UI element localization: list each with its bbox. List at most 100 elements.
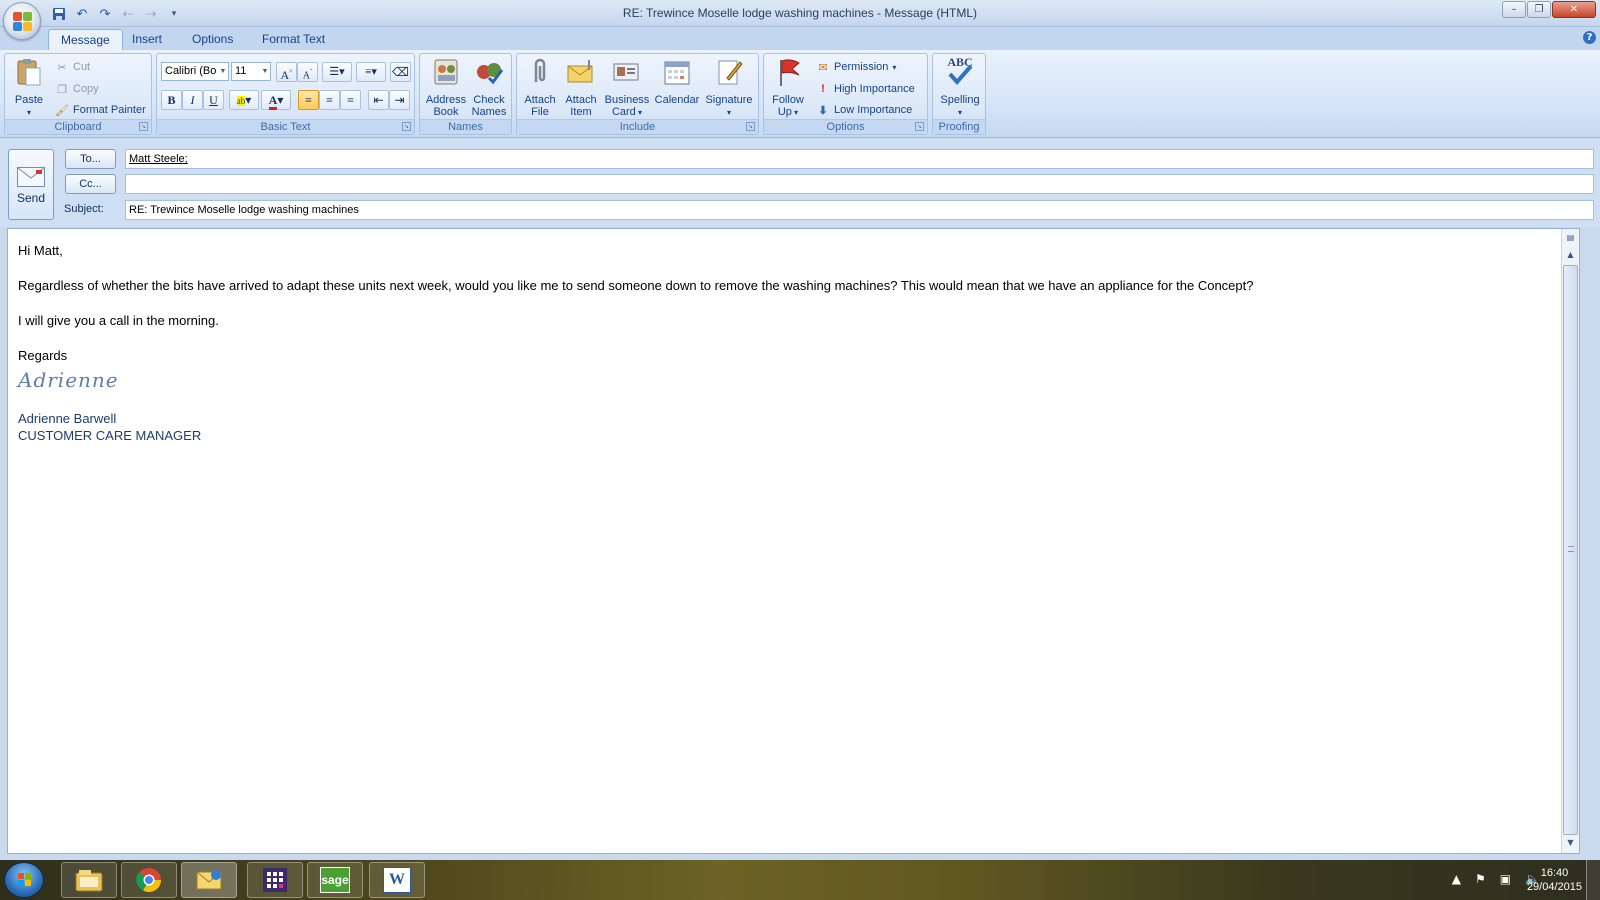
- action-center-flag-icon[interactable]: ⚑: [1475, 872, 1486, 886]
- clock[interactable]: 16:40 29/04/2015: [1527, 866, 1582, 894]
- send-envelope-icon: [17, 167, 45, 187]
- low-importance-label: Low Importance: [834, 104, 913, 116]
- tab-insert[interactable]: Insert: [120, 29, 174, 50]
- check-names-label-2: Names: [471, 106, 507, 118]
- minimize-button[interactable]: –: [1502, 1, 1526, 18]
- permission-icon: ✉: [818, 61, 828, 74]
- attach-item-button[interactable]: Attach Item: [561, 56, 601, 118]
- calculator-app-icon: [263, 868, 287, 892]
- underline-button[interactable]: U: [203, 90, 224, 110]
- close-button[interactable]: ✕: [1552, 1, 1596, 18]
- scroll-up-icon[interactable]: ▲: [1563, 247, 1578, 262]
- font-name-value: Calibri (Bo: [165, 65, 217, 77]
- message-text[interactable]: Hi Matt, Regardless of whether the bits …: [18, 243, 1253, 444]
- calendar-button[interactable]: Calendar: [653, 56, 701, 106]
- align-left-button[interactable]: ≡: [298, 90, 319, 110]
- taskbar-calculator[interactable]: [247, 862, 303, 898]
- ruler-toggle-icon[interactable]: ▤: [1563, 230, 1578, 245]
- clock-date: 29/04/2015: [1526, 881, 1582, 893]
- taskbar-chrome[interactable]: [121, 862, 177, 898]
- cc-field[interactable]: [125, 174, 1594, 194]
- subject-field[interactable]: RE: Trewince Moselle lodge washing machi…: [125, 200, 1594, 220]
- greeting: Hi Matt,: [18, 243, 63, 258]
- chevron-down-icon: ▼: [219, 68, 227, 75]
- start-button[interactable]: [4, 862, 44, 898]
- tab-format-text[interactable]: Format Text: [250, 29, 337, 50]
- font-color-icon: A: [268, 93, 278, 110]
- chevron-down-icon: ▼: [261, 68, 269, 75]
- tray-expand-icon[interactable]: ▲: [1452, 872, 1461, 886]
- taskbar-explorer[interactable]: [61, 862, 117, 898]
- flag-icon: [780, 59, 800, 86]
- copy-button[interactable]: ❐ Copy: [55, 80, 99, 98]
- taskbar-word[interactable]: W: [369, 862, 425, 898]
- recipient-name[interactable]: Matt Steele;: [129, 153, 188, 165]
- title-bar: ↶ ↷ ⇠ ⇢ ▾ RE: Trewince Moselle lodge was…: [0, 0, 1600, 40]
- align-right-button[interactable]: ≡: [340, 90, 361, 110]
- scroll-thumb[interactable]: [1563, 265, 1578, 835]
- basic-text-group: Calibri (Bo ▼ 11 ▼ A^ Aˇ ☰▾ ≡▾ ⌫ B I U a…: [156, 53, 415, 135]
- format-painter-button[interactable]: 🖌 Format Painter: [55, 101, 146, 119]
- clipboard-launcher-icon[interactable]: ↘: [139, 122, 148, 131]
- to-button[interactable]: To...: [65, 149, 116, 169]
- align-left-icon: ≡: [305, 93, 312, 107]
- decrease-indent-button[interactable]: ⇤: [368, 90, 389, 110]
- tab-options[interactable]: Options: [180, 29, 245, 50]
- scissors-icon: ✂: [57, 61, 67, 74]
- taskbar-sage[interactable]: sage: [307, 862, 363, 898]
- include-launcher-icon[interactable]: ↘: [746, 122, 755, 131]
- names-group: Address Book Check Names Names: [419, 53, 512, 135]
- signature-button[interactable]: Signature ▾: [703, 56, 755, 119]
- tab-message[interactable]: Message: [48, 29, 123, 50]
- show-desktop-button[interactable]: [1586, 860, 1600, 900]
- clear-formatting-button[interactable]: ⌫: [390, 62, 411, 82]
- calendar-label: Calendar: [654, 94, 700, 106]
- italic-button[interactable]: I: [182, 90, 203, 110]
- font-color-button[interactable]: A▾: [261, 90, 291, 110]
- cut-button[interactable]: ✂ Cut: [55, 58, 90, 76]
- business-card-button[interactable]: Business Card ▾: [603, 56, 651, 119]
- message-header: Send To... Matt Steele; Cc... Subject: R…: [0, 139, 1600, 227]
- check-names-button[interactable]: Check Names: [468, 56, 510, 118]
- bold-button[interactable]: B: [161, 90, 182, 110]
- to-field[interactable]: Matt Steele;: [125, 149, 1594, 169]
- font-size-value: 11: [235, 65, 247, 77]
- font-size-combo[interactable]: 11 ▼: [231, 62, 271, 81]
- business-card-icon: [613, 63, 639, 81]
- vertical-scrollbar[interactable]: ▤ ▲ ▼: [1561, 229, 1579, 853]
- follow-up-button[interactable]: Follow Up ▾: [768, 56, 808, 119]
- paste-button[interactable]: Paste ▾: [9, 56, 49, 119]
- attach-file-button[interactable]: Attach File: [521, 56, 559, 118]
- grow-font-button[interactable]: A^: [276, 62, 297, 82]
- taskbar-outlook[interactable]: [181, 862, 237, 898]
- cc-button[interactable]: Cc...: [65, 174, 116, 194]
- message-body[interactable]: Hi Matt, Regardless of whether the bits …: [7, 228, 1580, 854]
- check-names-label-1: Check: [473, 94, 505, 106]
- clipboard-group: Paste ▾ ✂ Cut ❐ Copy 🖌 Format Painter Cli…: [4, 53, 152, 135]
- permission-button[interactable]: ✉ Permission ▾: [816, 58, 896, 76]
- indent-icon: ⇥: [394, 93, 405, 107]
- numbering-button[interactable]: ≡▾: [356, 62, 386, 82]
- help-icon[interactable]: ?: [1583, 31, 1596, 44]
- address-book-label-1: Address: [425, 94, 467, 106]
- scroll-down-icon[interactable]: ▼: [1563, 835, 1578, 850]
- network-icon[interactable]: ▣: [1500, 872, 1511, 886]
- options-launcher-icon[interactable]: ↘: [915, 122, 924, 131]
- high-importance-button[interactable]: ! High Importance: [816, 80, 915, 98]
- basic-text-launcher-icon[interactable]: ↘: [402, 122, 411, 131]
- office-button[interactable]: [3, 2, 41, 40]
- shrink-font-button[interactable]: Aˇ: [297, 62, 318, 82]
- send-button[interactable]: Send: [8, 149, 54, 220]
- low-importance-button[interactable]: ⬇ Low Importance: [816, 101, 912, 119]
- ribbon-tabs: Message Insert Options Format Text: [0, 27, 1600, 50]
- font-name-combo[interactable]: Calibri (Bo ▼: [161, 62, 229, 81]
- restore-button[interactable]: ❐: [1527, 1, 1551, 18]
- paperclip-icon: [534, 58, 546, 82]
- highlight-button[interactable]: ab▾: [229, 90, 259, 110]
- bullets-button[interactable]: ☰▾: [322, 62, 352, 82]
- address-book-button[interactable]: Address Book: [424, 56, 468, 118]
- increase-indent-button[interactable]: ⇥: [389, 90, 410, 110]
- clipboard-group-label: Clipboard: [5, 119, 151, 134]
- spelling-button[interactable]: ABC Spelling ▾: [935, 56, 985, 119]
- align-center-button[interactable]: ≡: [319, 90, 340, 110]
